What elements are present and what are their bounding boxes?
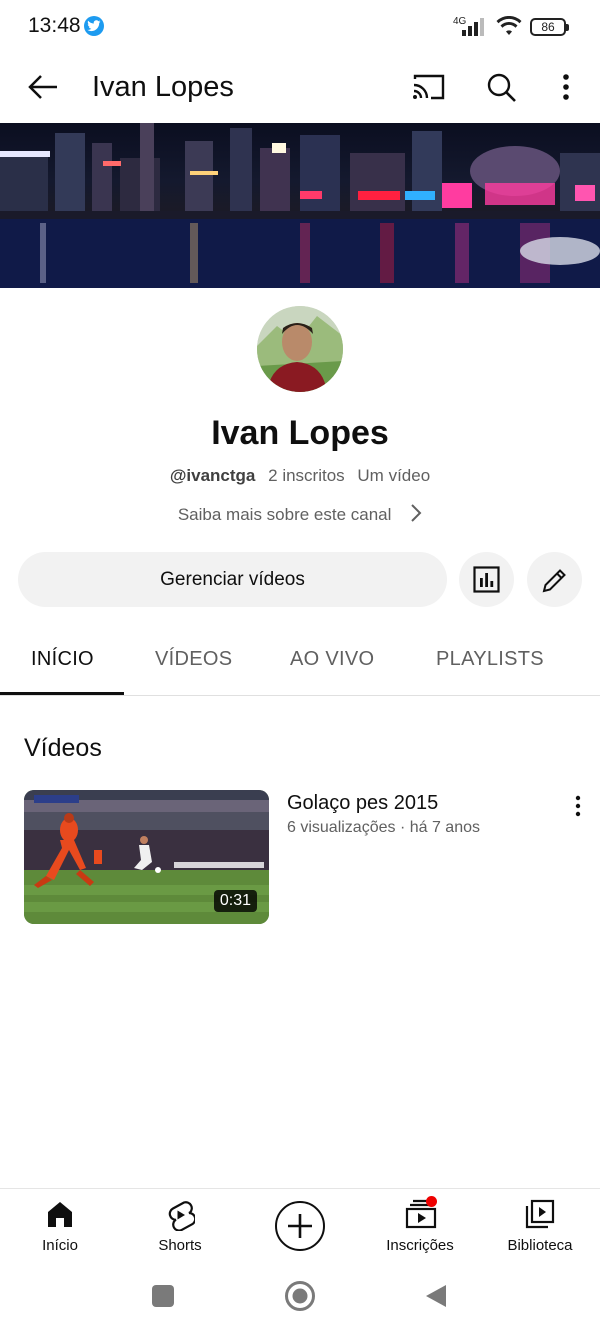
nav-library[interactable]: Biblioteca: [480, 1189, 600, 1267]
video-duration: 0:31: [213, 890, 257, 912]
create-button[interactable]: [275, 1201, 325, 1251]
analytics-icon: [473, 566, 500, 593]
cast-icon[interactable]: [412, 72, 446, 102]
about-channel-label: Saiba mais sobre este canal: [177, 505, 392, 524]
channel-handle: @ivanctga: [169, 466, 256, 485]
video-list-item[interactable]: 0:31 Golaço pes 2015 6 visualizações · h…: [24, 790, 590, 924]
edit-channel-button[interactable]: [527, 552, 582, 607]
video-count: Um vídeo: [357, 466, 431, 485]
tab-ao-vivo[interactable]: AO VIVO: [290, 648, 374, 671]
video-thumbnail[interactable]: 0:31: [24, 790, 269, 924]
home-circle-icon[interactable]: [284, 1280, 316, 1312]
nav-shorts-label: Shorts: [158, 1237, 202, 1254]
page-title: Ivan Lopes: [92, 71, 234, 103]
nav-home-label: Início: [42, 1237, 78, 1254]
nav-library-label: Biblioteca: [507, 1237, 573, 1254]
avatar[interactable]: [257, 306, 343, 392]
nav-subscriptions[interactable]: Inscrições: [360, 1189, 480, 1267]
channel-tabs: INÍCIO VÍDEOS AO VIVO PLAYLISTS: [0, 626, 600, 696]
video-more-vert-icon[interactable]: [572, 794, 584, 818]
subscriber-count: 2 inscritos: [268, 466, 345, 485]
nav-shorts[interactable]: Shorts: [120, 1189, 240, 1267]
twitter-icon: [84, 16, 104, 36]
channel-name: Ivan Lopes: [211, 414, 389, 452]
status-time: 13:48: [28, 14, 81, 37]
home-icon: [48, 1202, 72, 1227]
nav-subscriptions-label: Inscrições: [386, 1237, 454, 1254]
chevron-right-icon: [411, 504, 422, 522]
more-vert-icon[interactable]: [552, 72, 580, 102]
back-triangle-icon[interactable]: [424, 1283, 448, 1309]
channel-meta: @ivanctga 2 inscritos Um vídeo: [0, 466, 600, 486]
create-plus-icon: [288, 1214, 312, 1238]
library-icon: [525, 1199, 555, 1229]
battery-icon: 86: [530, 18, 569, 36]
app-bar: Ivan Lopes: [0, 56, 600, 122]
status-bar: 13:48 4G 86: [0, 0, 600, 56]
video-title[interactable]: Golaço pes 2015: [287, 792, 438, 815]
nav-home[interactable]: Início: [0, 1189, 120, 1267]
manage-videos-button[interactable]: Gerenciar vídeos: [18, 552, 447, 607]
channel-banner: [0, 123, 600, 288]
back-arrow-icon[interactable]: [26, 72, 60, 102]
system-navigation-bar: [0, 1266, 600, 1333]
tab-inicio[interactable]: INÍCIO: [31, 648, 94, 671]
tab-playlists[interactable]: PLAYLISTS: [436, 648, 544, 671]
wifi-icon: [496, 16, 522, 35]
tab-videos[interactable]: VÍDEOS: [155, 648, 232, 671]
active-tab-indicator: [0, 692, 124, 695]
search-icon[interactable]: [486, 72, 518, 104]
edit-pencil-icon: [542, 569, 566, 593]
video-meta: 6 visualizações · há 7 anos: [287, 819, 480, 836]
shorts-icon: [168, 1201, 195, 1231]
section-title: Vídeos: [24, 734, 102, 762]
recent-apps-icon[interactable]: [151, 1284, 175, 1308]
about-channel-link[interactable]: Saiba mais sobre este canal: [0, 503, 600, 525]
signal-icon: [462, 18, 484, 36]
bottom-nav: Início Shorts Inscrições Biblioteca: [0, 1188, 600, 1266]
notification-dot: [426, 1196, 437, 1207]
analytics-button[interactable]: [459, 552, 514, 607]
